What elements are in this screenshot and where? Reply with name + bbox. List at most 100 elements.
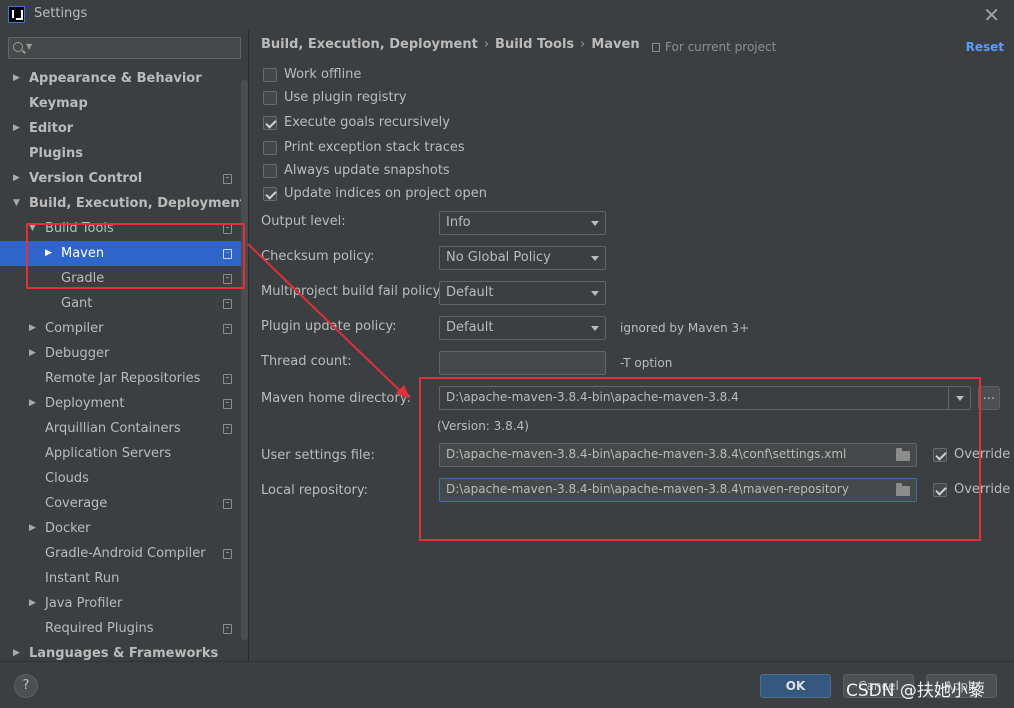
chevron-right-icon[interactable]: ▶ [29, 316, 39, 341]
sidebar-item-label: Keymap [29, 96, 88, 111]
chevron-right-icon[interactable]: ▶ [13, 166, 23, 191]
local-repo-override-checkbox[interactable] [933, 483, 947, 497]
sidebar-item-label: Plugins [29, 146, 83, 161]
sidebar-item-debugger[interactable]: ▶ Debugger [0, 341, 241, 366]
chevron-down-icon[interactable]: ▼ [13, 191, 23, 216]
browse-maven-home-button[interactable]: ... [978, 386, 1000, 410]
sidebar-item-remote-jar-repositories[interactable]: Remote Jar Repositories [0, 366, 241, 391]
sidebar-item-label: Application Servers [45, 446, 172, 461]
sidebar-item-label: Arquillian Containers [45, 421, 181, 436]
sidebar-item-gradle[interactable]: Gradle [0, 266, 241, 291]
copy-icon [223, 299, 232, 309]
sidebar-item-deployment[interactable]: ▶ Deployment [0, 391, 241, 416]
copy-icon [223, 274, 232, 284]
checkbox[interactable] [263, 164, 277, 178]
sidebar-item-coverage[interactable]: Coverage [0, 491, 241, 516]
sidebar-item-version-control[interactable]: ▶ Version Control [0, 166, 241, 191]
reset-link[interactable]: Reset [966, 40, 1004, 54]
checkbox[interactable] [263, 91, 277, 105]
multiproject-fail-select[interactable]: Default [439, 281, 606, 305]
multiproject-fail-value: Default [446, 285, 494, 300]
breadcrumb: Build, Execution, Deployment › Build Tools… [261, 37, 640, 52]
sidebar-item-label: Docker [45, 521, 91, 536]
sidebar-item-maven[interactable]: ▶ Maven [0, 241, 241, 266]
checkbox[interactable] [263, 116, 277, 130]
sidebar-item-label: Clouds [45, 471, 89, 486]
sidebar-item-appearance-behavior[interactable]: ▶ Appearance & Behavior [0, 66, 241, 91]
chevron-down-icon[interactable] [948, 387, 970, 409]
local-repo-value: D:\apache-maven-3.8.4-bin\apache-maven-3… [446, 482, 849, 496]
sidebar-item-instant-run[interactable]: Instant Run [0, 566, 241, 591]
sidebar-item-label: Gradle-Android Compiler [45, 546, 206, 561]
sidebar-item-required-plugins[interactable]: Required Plugins [0, 616, 241, 641]
copy-icon [652, 43, 660, 52]
chevron-down-icon: ▼ [26, 42, 33, 51]
sidebar-item-plugins[interactable]: Plugins [0, 141, 241, 166]
checkbox-label: Always update snapshots [284, 163, 450, 178]
sidebar-item-compiler[interactable]: ▶ Compiler [0, 316, 241, 341]
user-settings-input[interactable]: D:\apache-maven-3.8.4-bin\apache-maven-3… [439, 443, 917, 467]
copy-icon [223, 374, 232, 384]
chevron-right-icon[interactable]: ▶ [29, 591, 39, 616]
user-settings-override-checkbox[interactable] [933, 448, 947, 462]
settings-sidebar: ▼ ▶ Appearance & Behavior Keymap ▶ Editor Plu… [0, 30, 249, 661]
checkbox[interactable] [263, 141, 277, 155]
sidebar-item-label: Appearance & Behavior [29, 71, 202, 86]
sidebar-item-java-profiler[interactable]: ▶ Java Profiler [0, 591, 241, 616]
sidebar-item-build-execution-deployment[interactable]: ▼ Build, Execution, Deployment [0, 191, 246, 216]
thread-count-label: Thread count: [261, 354, 352, 369]
csdn-watermark: CSDN @扶她小藜 [846, 681, 985, 701]
project-scope-text: For current project [665, 40, 777, 54]
folder-icon[interactable] [896, 448, 910, 461]
sidebar-item-application-servers[interactable]: Application Servers [0, 441, 241, 466]
search-icon [13, 42, 23, 52]
settings-search-input[interactable]: ▼ [8, 37, 241, 59]
window-title: Settings [34, 6, 88, 21]
sidebar-scrollbar[interactable] [241, 80, 248, 640]
thread-count-input[interactable] [439, 351, 606, 375]
sidebar-item-docker[interactable]: ▶ Docker [0, 516, 241, 541]
ok-button[interactable]: OK [760, 674, 831, 698]
close-icon[interactable]: ✕ [983, 3, 1000, 27]
chevron-right-icon[interactable]: ▶ [29, 341, 39, 366]
folder-icon[interactable] [896, 483, 910, 496]
checkbox-label: Update indices on project open [284, 186, 487, 201]
checkbox-label: Use plugin registry [284, 90, 407, 105]
sidebar-item-label: Version Control [29, 171, 143, 186]
sidebar-item-label: Remote Jar Repositories [45, 371, 201, 386]
chevron-down-icon [591, 326, 599, 331]
sidebar-item-gradle-android-compiler[interactable]: Gradle-Android Compiler [0, 541, 241, 566]
breadcrumb-item: Maven [591, 37, 640, 52]
sidebar-item-editor[interactable]: ▶ Editor [0, 116, 241, 141]
output-level-select[interactable]: Info [439, 211, 606, 235]
user-settings-label: User settings file: [261, 448, 375, 463]
checkbox[interactable] [263, 187, 277, 201]
plugin-update-hint: ignored by Maven 3+ [620, 321, 750, 335]
chevron-right-icon[interactable]: ▶ [13, 116, 23, 141]
chevron-right-icon[interactable]: ▶ [29, 516, 39, 541]
chevron-right-icon[interactable]: ▶ [45, 241, 55, 266]
sidebar-item-label: Compiler [45, 321, 104, 336]
checkbox[interactable] [263, 68, 277, 82]
chevron-right-icon[interactable]: ▶ [29, 391, 39, 416]
maven-home-combo[interactable]: D:\apache-maven-3.8.4-bin\apache-maven-3… [439, 386, 971, 410]
checksum-policy-select[interactable]: No Global Policy [439, 246, 606, 270]
sidebar-item-build-tools[interactable]: ▼ Build Tools [0, 216, 241, 241]
sidebar-item-gant[interactable]: Gant [0, 291, 241, 316]
plugin-update-select[interactable]: Default [439, 316, 606, 340]
sidebar-item-clouds[interactable]: Clouds [0, 466, 241, 491]
help-button[interactable]: ? [14, 674, 38, 698]
maven-version-label: (Version: 3.8.4) [437, 419, 529, 433]
chevron-down-icon [591, 291, 599, 296]
chevron-down-icon[interactable]: ▼ [29, 216, 39, 241]
copy-icon [223, 424, 232, 434]
sidebar-item-label: Coverage [45, 496, 108, 511]
local-repo-input[interactable]: D:\apache-maven-3.8.4-bin\apache-maven-3… [439, 478, 917, 502]
copy-icon [223, 549, 232, 559]
chevron-right-icon[interactable]: ▶ [13, 66, 23, 91]
intellij-logo-icon [8, 6, 25, 23]
sidebar-item-arquillian-containers[interactable]: Arquillian Containers [0, 416, 241, 441]
sidebar-item-label: Gradle [61, 271, 105, 286]
copy-icon [223, 499, 232, 509]
sidebar-item-keymap[interactable]: Keymap [0, 91, 241, 116]
